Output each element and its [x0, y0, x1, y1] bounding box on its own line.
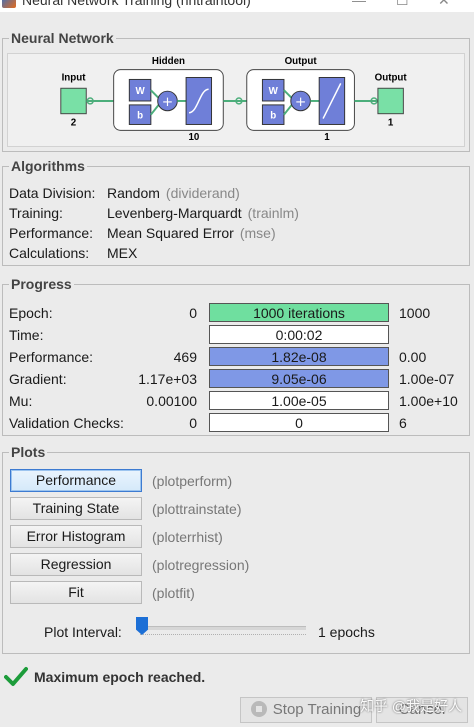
- progress-label: Mu:: [9, 393, 33, 409]
- input-node: [60, 87, 87, 115]
- progress-min: 0: [189, 415, 197, 431]
- status-message: Maximum epoch reached.: [34, 669, 206, 685]
- progress-min: 0.00100: [146, 393, 197, 409]
- training-state-plot-button[interactable]: Training State: [10, 497, 142, 520]
- matlab-icon: [2, 0, 16, 8]
- network-diagram: Input 2 Hidden 10 W b + Output 1 W b + O…: [7, 53, 465, 147]
- progress-max: 6: [399, 415, 407, 431]
- title-bar: Neural Network Training (nntraintool) — …: [0, 0, 474, 12]
- plots-title: Plots: [9, 444, 48, 460]
- plot-interval-label: Plot Interval:: [44, 624, 122, 640]
- progress-panel: Progress Epoch: 0 1000 iterations 1000 Time:…: [2, 276, 470, 436]
- output-size: 1: [388, 117, 394, 128]
- progress-current: 1.00e-05: [271, 393, 327, 409]
- input-size: 2: [71, 117, 77, 128]
- maximize-button[interactable]: ☐: [396, 0, 409, 9]
- progress-row-mu: Mu: 0.00100 1.00e-05 1.00e+10: [9, 391, 463, 411]
- output-w-label: W: [269, 86, 279, 97]
- svg-text:+: +: [162, 94, 173, 110]
- checkmark-icon: [4, 667, 28, 686]
- input-label: Input: [62, 72, 87, 83]
- progress-row-performance: Performance: 469 1.82e-08 0.00: [9, 347, 463, 367]
- output-node: [377, 87, 404, 115]
- progress-title: Progress: [9, 276, 74, 292]
- progress-label: Performance:: [9, 349, 94, 365]
- neural-network-title: Neural Network: [9, 30, 116, 46]
- output-b-label: b: [270, 111, 276, 122]
- progress-label: Time:: [9, 327, 44, 343]
- algorithms-title: Algorithms: [9, 158, 87, 174]
- stop-icon: [250, 701, 267, 717]
- algo-func: (mse): [239, 225, 276, 241]
- hidden-b-label: b: [137, 111, 143, 122]
- progress-max: 1.00e+10: [399, 393, 458, 409]
- algo-label: Training:: [9, 205, 63, 221]
- neural-network-panel: Neural Network Input 2 Hidden 10 W b + O…: [2, 30, 470, 152]
- progress-min: 1.17e+03: [138, 371, 197, 387]
- stop-training-button[interactable]: Stop Training: [240, 697, 372, 723]
- progress-row-time: Time: 0:00:02: [9, 325, 463, 345]
- algo-value: Levenberg-Marquardt: [107, 205, 242, 221]
- progress-label: Gradient:: [9, 371, 67, 387]
- hidden-w-label: W: [135, 86, 145, 97]
- plot-func-label: (ploterrhist): [152, 529, 223, 545]
- plot-func-label: (plotperform): [152, 473, 233, 489]
- progress-max: 0.00: [399, 349, 427, 365]
- progress-bar: 1000 iterations: [209, 303, 389, 322]
- progress-min: 0: [189, 305, 197, 321]
- progress-max: 1000: [399, 305, 431, 321]
- progress-current: 1000 iterations: [253, 305, 345, 321]
- progress-row-epoch: Epoch: 0 1000 iterations 1000: [9, 303, 463, 323]
- plot-func-label: (plotregression): [152, 557, 250, 573]
- window-title: Neural Network Training (nntraintool): [22, 0, 251, 8]
- progress-row-gradient: Gradient: 1.17e+03 9.05e-06 1.00e-07: [9, 369, 463, 389]
- progress-row-validation-checks: Validation Checks: 0 0 6: [9, 413, 463, 433]
- progress-bar: 1.82e-08: [209, 347, 389, 366]
- algo-label: Data Division:: [9, 185, 96, 201]
- svg-text:+: +: [295, 94, 306, 110]
- algo-value: MEX: [107, 245, 138, 261]
- hidden-size: 10: [188, 132, 199, 143]
- plot-func-label: (plotfit): [152, 585, 195, 601]
- progress-bar: 1.00e-05: [209, 391, 389, 410]
- output-layer-label: Output: [285, 56, 318, 67]
- algo-value: Random: [107, 185, 160, 201]
- progress-min: 469: [173, 349, 197, 365]
- plot-func-label: (plottrainstate): [152, 501, 242, 517]
- output-layer-size: 1: [324, 132, 330, 143]
- close-button[interactable]: ✕: [438, 0, 450, 9]
- stop-training-label: Stop Training: [272, 701, 362, 718]
- progress-current: 0: [295, 415, 303, 431]
- output-label: Output: [375, 72, 408, 83]
- progress-label: Epoch:: [9, 305, 53, 321]
- algo-value: Mean Squared Error: [107, 225, 234, 241]
- regression-plot-button[interactable]: Regression: [10, 553, 142, 576]
- plot-interval-value: 1 epochs: [318, 624, 375, 640]
- algorithms-panel: Algorithms Data Division: Random (divider…: [2, 158, 470, 266]
- error-histogram-plot-button[interactable]: Error Histogram: [10, 525, 142, 548]
- performance-plot-button[interactable]: Performance: [10, 469, 142, 492]
- progress-current: 0:00:02: [275, 327, 323, 343]
- progress-bar: 0: [209, 413, 389, 432]
- algo-label: Performance:: [9, 225, 94, 241]
- plot-interval-slider-track[interactable]: [140, 626, 306, 630]
- algo-func: (dividerand): [165, 185, 240, 201]
- progress-current: 9.05e-06: [271, 371, 327, 387]
- hidden-label: Hidden: [152, 56, 185, 67]
- minimize-button[interactable]: —: [352, 0, 366, 8]
- progress-label: Validation Checks:: [9, 415, 124, 431]
- progress-bar: 0:00:02: [209, 325, 389, 344]
- algo-label: Calculations:: [9, 245, 90, 261]
- progress-current: 1.82e-08: [271, 349, 327, 365]
- plot-interval-slider-ticks: [140, 634, 306, 637]
- algo-func: (trainlm): [247, 205, 299, 221]
- cancel-button[interactable]: Cancel: [376, 697, 468, 723]
- progress-max: 1.00e-07: [399, 371, 455, 387]
- progress-bar: 9.05e-06: [209, 369, 389, 388]
- fit-plot-button[interactable]: Fit: [10, 581, 142, 604]
